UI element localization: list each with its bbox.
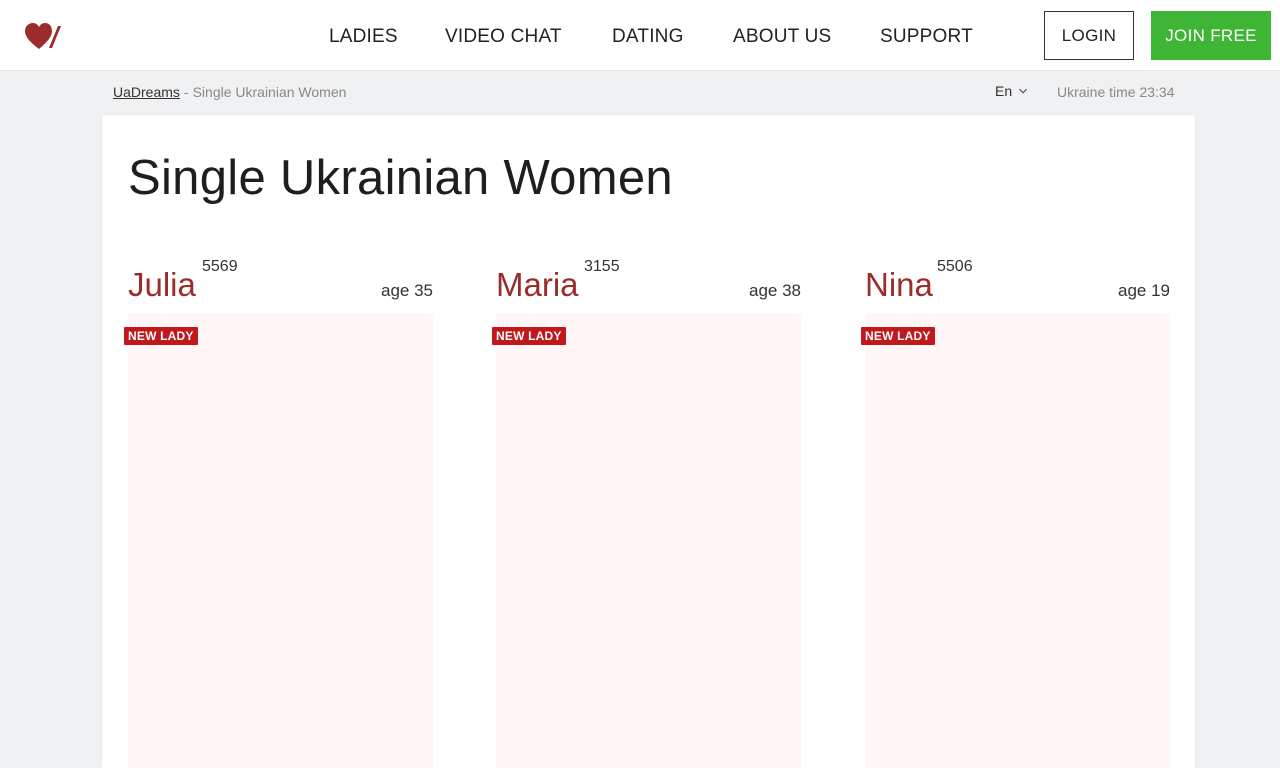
lady-card-maria[interactable]: Maria 3155 age 38 NEW LADY (492, 255, 801, 768)
login-button[interactable]: LOGIN (1044, 11, 1134, 60)
breadcrumb-current: Single Ukrainian Women (192, 84, 347, 100)
heart-logo-icon[interactable] (24, 20, 64, 52)
new-lady-badge: NEW LADY (861, 327, 935, 345)
site-header: LADIES VIDEO CHAT DATING ABOUT US SUPPOR… (0, 0, 1280, 71)
breadcrumb: UaDreams - Single Ukrainian Women (113, 84, 346, 100)
lady-card-julia[interactable]: Julia 5569 age 35 NEW LADY (124, 255, 433, 768)
lady-age: age 19 (1118, 281, 1170, 300)
main-card: Single Ukrainian Women Julia 5569 age 35… (102, 115, 1195, 768)
new-lady-badge: NEW LADY (124, 327, 198, 345)
join-free-button[interactable]: JOIN FREE (1151, 11, 1271, 60)
lady-photo[interactable] (496, 313, 801, 768)
lady-name[interactable]: Maria (496, 265, 579, 305)
lady-age: age 38 (749, 281, 801, 300)
ukraine-time: Ukraine time 23:34 (1057, 84, 1175, 100)
page-title: Single Ukrainian Women (128, 151, 673, 205)
lady-age: age 35 (381, 281, 433, 300)
lady-card-nina[interactable]: Nina 5506 age 19 NEW LADY (861, 255, 1170, 768)
lady-name[interactable]: Nina (865, 265, 933, 305)
breadcrumb-home-link[interactable]: UaDreams (113, 84, 180, 100)
chevron-down-icon (1019, 88, 1028, 94)
new-lady-badge: NEW LADY (492, 327, 566, 345)
nav-about-us[interactable]: ABOUT US (733, 26, 831, 48)
lady-id: 3155 (584, 258, 620, 275)
lady-id: 5506 (937, 258, 973, 275)
lady-name[interactable]: Julia (128, 265, 196, 305)
lady-photo[interactable] (865, 313, 1170, 768)
nav-support[interactable]: SUPPORT (880, 26, 973, 48)
language-selector[interactable]: En (995, 83, 1028, 99)
nav-ladies[interactable]: LADIES (329, 26, 398, 48)
language-label: En (995, 83, 1013, 99)
lady-id: 5569 (202, 258, 238, 275)
nav-video-chat[interactable]: VIDEO CHAT (445, 26, 562, 48)
lady-photo[interactable] (128, 313, 433, 768)
nav-dating[interactable]: DATING (612, 26, 684, 48)
breadcrumb-separator: - (183, 84, 189, 100)
